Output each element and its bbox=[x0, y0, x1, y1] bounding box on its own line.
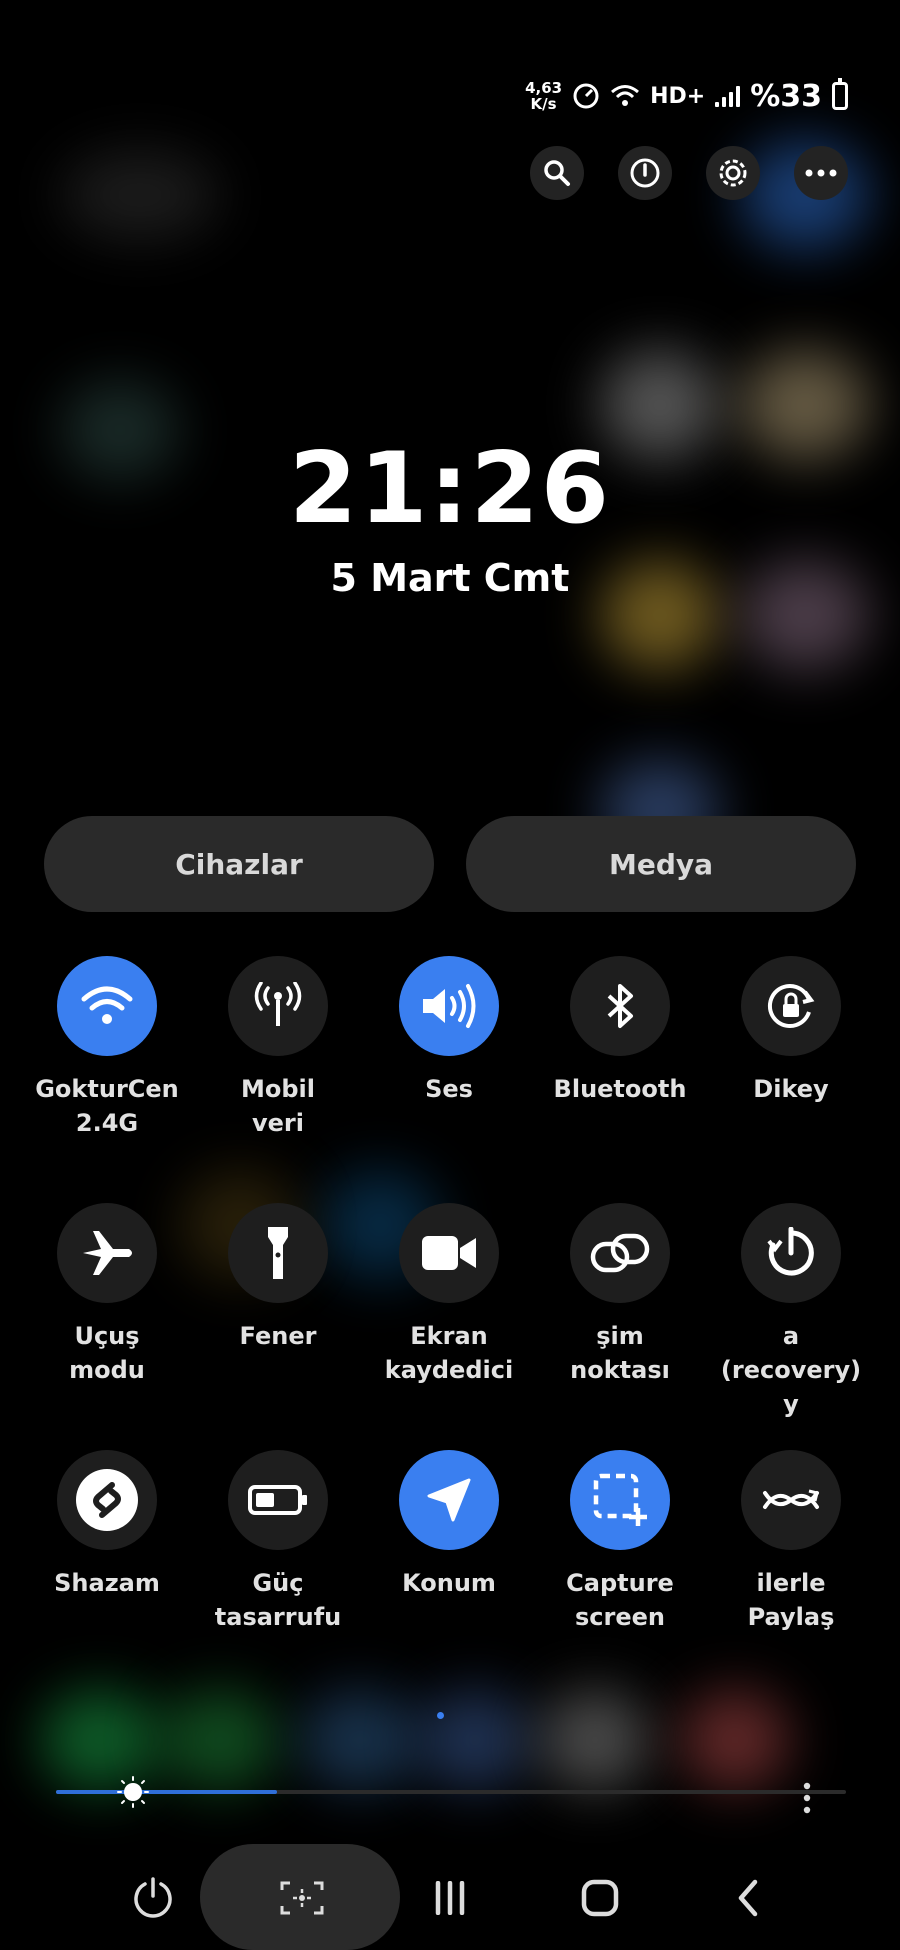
navigation-bar bbox=[0, 1844, 900, 1950]
wifi-icon bbox=[81, 986, 133, 1024]
clock-date[interactable]: 5 Mart Cmt bbox=[0, 556, 900, 600]
tile-flashlight[interactable]: Fener bbox=[203, 1203, 353, 1353]
tile-mobile-data-toggle[interactable] bbox=[228, 956, 328, 1056]
page-indicator bbox=[437, 1712, 444, 1719]
search-button[interactable] bbox=[530, 146, 584, 200]
more-options-button[interactable] bbox=[794, 146, 848, 200]
tile-shazam[interactable]: Shazam bbox=[32, 1450, 182, 1600]
sound-icon bbox=[423, 984, 476, 1028]
recents-button[interactable] bbox=[424, 1872, 476, 1924]
recents-icon bbox=[435, 1881, 465, 1915]
tile-sound-toggle[interactable] bbox=[399, 956, 499, 1056]
tile-label: Ses bbox=[425, 1075, 473, 1103]
share-icon bbox=[763, 1489, 819, 1509]
tile-label: GokturCen 2.4G bbox=[35, 1075, 179, 1137]
cell-signal-icon bbox=[715, 85, 741, 107]
status-bar: 4,63 K/s HD+ %33 bbox=[525, 72, 848, 120]
tile-airplane-toggle[interactable] bbox=[57, 1203, 157, 1303]
battery-saver-icon bbox=[248, 1485, 307, 1515]
tile-battery-saver[interactable]: Güç tasarrufu bbox=[203, 1450, 353, 1634]
brightness-more-icon[interactable] bbox=[800, 1781, 814, 1815]
tile-shazam-toggle[interactable] bbox=[57, 1450, 157, 1550]
tile-label: Shazam bbox=[54, 1569, 160, 1597]
tile-bluetooth[interactable]: Bluetooth bbox=[545, 956, 695, 1106]
tile-sound[interactable]: Ses bbox=[374, 956, 524, 1106]
network-speed: 4,63 K/s bbox=[525, 80, 562, 112]
tile-screen-recorder[interactable]: Ekran kaydedici bbox=[374, 1203, 524, 1387]
tile-label: Mobil veri bbox=[240, 1075, 315, 1137]
tile-label: şim noktası bbox=[570, 1322, 670, 1384]
search-icon bbox=[544, 160, 570, 186]
clock-time[interactable]: 21:26 bbox=[0, 432, 900, 546]
power-nav-button[interactable] bbox=[127, 1872, 179, 1924]
shazam-icon bbox=[76, 1469, 138, 1531]
tile-label: Ekran kaydedici bbox=[384, 1322, 514, 1384]
location-icon bbox=[427, 1478, 471, 1522]
tile-hotspot[interactable]: şim noktası bbox=[545, 1203, 695, 1387]
tile-label: Uçuş modu bbox=[69, 1322, 145, 1384]
power-icon bbox=[630, 158, 660, 188]
recovery-icon bbox=[767, 1227, 814, 1276]
screenshot-nav-button[interactable] bbox=[276, 1872, 328, 1924]
tile-rotation-toggle[interactable] bbox=[741, 956, 841, 1056]
tile-share-toggle[interactable] bbox=[741, 1450, 841, 1550]
media-button[interactable]: Medya bbox=[466, 816, 856, 912]
tile-screen-recorder-toggle[interactable] bbox=[399, 1203, 499, 1303]
tile-recovery-toggle[interactable] bbox=[741, 1203, 841, 1303]
tile-rotation[interactable]: Dikey bbox=[716, 956, 866, 1106]
brightness-fill bbox=[56, 1790, 278, 1794]
tile-hotspot-toggle[interactable] bbox=[570, 1203, 670, 1303]
tile-label: Dikey bbox=[753, 1075, 829, 1103]
data-saver-icon bbox=[573, 83, 599, 109]
tile-label: Güç tasarrufu bbox=[214, 1569, 342, 1631]
brightness-icon[interactable] bbox=[117, 1776, 150, 1808]
power-icon bbox=[134, 1877, 172, 1918]
tile-label: Fener bbox=[239, 1322, 317, 1350]
bluetooth-icon bbox=[607, 984, 633, 1028]
capture-screen-icon bbox=[593, 1473, 647, 1526]
panel-actions bbox=[530, 146, 848, 200]
tile-label: Bluetooth bbox=[553, 1075, 687, 1103]
tile-capture-screen[interactable]: Capture screen bbox=[545, 1450, 695, 1634]
brightness-slider[interactable] bbox=[56, 1776, 846, 1808]
tile-recovery[interactable]: a (recovery) y bbox=[716, 1203, 866, 1421]
tile-label: a (recovery) y bbox=[720, 1322, 862, 1418]
battery-icon bbox=[832, 78, 848, 110]
hotspot-icon bbox=[590, 1233, 650, 1273]
devices-button[interactable]: Cihazlar bbox=[44, 816, 434, 912]
battery-percentage: %33 bbox=[750, 78, 822, 114]
tile-share[interactable]: ilerle Paylaş bbox=[716, 1450, 866, 1634]
home-icon bbox=[581, 1879, 619, 1917]
tile-wifi[interactable]: GokturCen 2.4G bbox=[32, 956, 182, 1140]
back-button[interactable] bbox=[722, 1872, 774, 1924]
tile-wifi-toggle[interactable] bbox=[57, 956, 157, 1056]
mobile-data-icon bbox=[254, 982, 302, 1026]
network-type: HD+ bbox=[650, 83, 706, 109]
settings-button[interactable] bbox=[706, 146, 760, 200]
wifi-signal-icon bbox=[611, 85, 640, 106]
screen-recorder-icon bbox=[422, 1236, 476, 1270]
tile-label: Capture screen bbox=[566, 1569, 674, 1631]
tile-label: Konum bbox=[402, 1569, 496, 1597]
back-icon bbox=[738, 1879, 758, 1917]
tile-mobile-data[interactable]: Mobil veri bbox=[203, 956, 353, 1140]
gear-icon bbox=[719, 159, 747, 187]
more-horizontal-icon bbox=[805, 169, 837, 177]
tile-location-toggle[interactable] bbox=[399, 1450, 499, 1550]
home-button[interactable] bbox=[574, 1872, 626, 1924]
rotation-lock-icon bbox=[768, 984, 815, 1028]
flashlight-icon bbox=[268, 1227, 288, 1279]
tile-capture-screen-toggle[interactable] bbox=[570, 1450, 670, 1550]
speed-value: 4,63 bbox=[525, 79, 563, 97]
tile-flashlight-toggle[interactable] bbox=[228, 1203, 328, 1303]
speed-unit: K/s bbox=[530, 95, 557, 113]
screenshot-icon bbox=[280, 1881, 324, 1915]
tile-label: ilerle Paylaş bbox=[747, 1569, 835, 1631]
airplane-icon bbox=[83, 1231, 132, 1275]
tile-location[interactable]: Konum bbox=[374, 1450, 524, 1600]
tile-battery-saver-toggle[interactable] bbox=[228, 1450, 328, 1550]
tile-bluetooth-toggle[interactable] bbox=[570, 956, 670, 1056]
power-menu-button[interactable] bbox=[618, 146, 672, 200]
tile-airplane[interactable]: Uçuş modu bbox=[32, 1203, 182, 1387]
